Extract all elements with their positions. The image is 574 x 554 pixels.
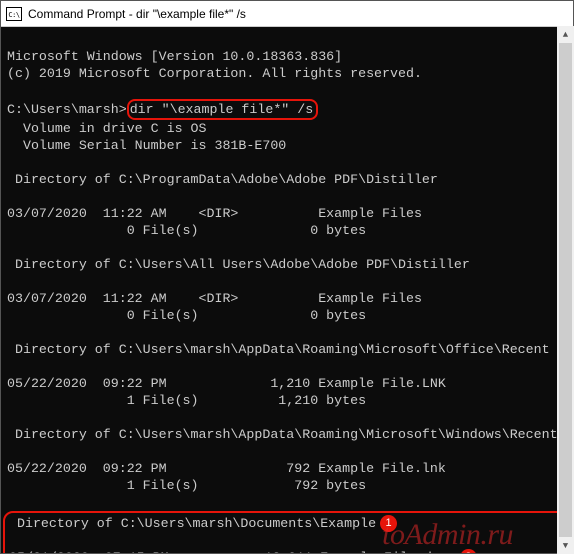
scroll-thumb[interactable] xyxy=(559,43,572,537)
callout-badge-1: 1 xyxy=(380,515,397,532)
dir-row: 05/22/2020 09:22 PM 792 Example File.lnk xyxy=(7,461,446,476)
dir-row: 03/07/2020 11:22 AM <DIR> Example Files xyxy=(7,291,422,306)
scroll-track[interactable] xyxy=(557,43,574,537)
dir-summary: 1 File(s) 1,210 bytes xyxy=(7,393,366,408)
window-title: Command Prompt - dir "\example file*" /s xyxy=(28,7,246,21)
dir-header: Directory of C:\Users\All Users\Adobe\Ad… xyxy=(7,257,470,272)
volume-label: Volume in drive C is OS xyxy=(7,121,207,136)
dir-header: Directory of C:\Users\marsh\AppData\Roam… xyxy=(7,427,558,442)
cmd-icon xyxy=(6,7,22,21)
line-copyright: (c) 2019 Microsoft Corporation. All righ… xyxy=(7,66,422,81)
prompt-prefix: C:\Users\marsh> xyxy=(7,102,127,117)
command-prompt-window: Command Prompt - dir "\example file*" /s… xyxy=(0,0,574,554)
volume-serial: Volume Serial Number is 381B-E700 xyxy=(7,138,286,153)
dir-header: Directory of C:\Users\marsh\Documents\Ex… xyxy=(9,516,376,531)
terminal-output[interactable]: Microsoft Windows [Version 10.0.18363.83… xyxy=(1,27,573,553)
highlighted-result-block: Directory of C:\Users\marsh\Documents\Ex… xyxy=(3,511,567,553)
scroll-down-arrow[interactable]: ▼ xyxy=(557,537,574,554)
highlighted-command: dir "\example file*" /s xyxy=(127,99,319,120)
scroll-up-arrow[interactable]: ▲ xyxy=(557,26,574,43)
dir-header: Directory of C:\ProgramData\Adobe\Adobe … xyxy=(7,172,438,187)
dir-summary: 1 File(s) 792 bytes xyxy=(7,478,366,493)
vertical-scrollbar[interactable]: ▲ ▼ xyxy=(557,26,574,554)
dir-row: 05/21/2020 07:15 PM 13,911 Example File.… xyxy=(9,550,456,553)
line-version: Microsoft Windows [Version 10.0.18363.83… xyxy=(7,49,342,64)
dir-row: 05/22/2020 09:22 PM 1,210 Example File.L… xyxy=(7,376,446,391)
dir-summary: 0 File(s) 0 bytes xyxy=(7,308,366,323)
dir-row: 03/07/2020 11:22 AM <DIR> Example Files xyxy=(7,206,422,221)
dir-header: Directory of C:\Users\marsh\AppData\Roam… xyxy=(7,342,550,357)
callout-badge-2: 2 xyxy=(460,549,477,553)
titlebar[interactable]: Command Prompt - dir "\example file*" /s xyxy=(1,1,573,27)
dir-summary: 0 File(s) 0 bytes xyxy=(7,223,366,238)
